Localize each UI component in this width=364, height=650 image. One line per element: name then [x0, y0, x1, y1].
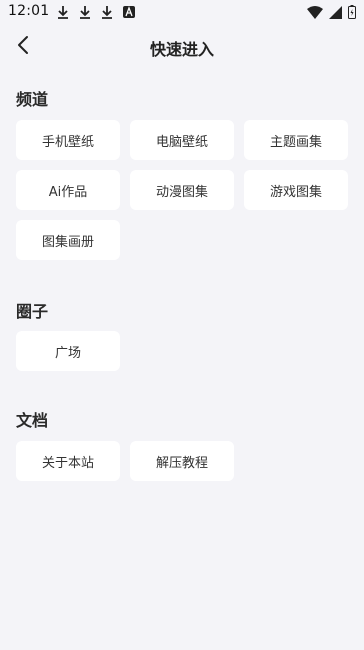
wifi-icon	[307, 4, 323, 23]
notification-icons	[56, 5, 136, 19]
signal-icon	[329, 4, 342, 23]
top-bar: 快速进入	[0, 28, 364, 66]
status-time: 12:01	[8, 3, 50, 19]
tile-anime-gallery[interactable]: 动漫图集	[130, 170, 234, 210]
download-icon	[56, 5, 70, 19]
tile-about-site[interactable]: 关于本站	[16, 441, 120, 481]
battery-icon	[348, 4, 356, 23]
status-bar: 12:01	[0, 0, 364, 24]
docs-grid: 关于本站 解压教程	[16, 441, 350, 481]
download-icon	[100, 5, 114, 19]
page-title: 快速进入	[149, 40, 214, 59]
section-title-docs: 文档	[16, 411, 49, 430]
section-title-channels: 频道	[16, 90, 49, 109]
channels-grid: 手机壁纸 电脑壁纸 主题画集 Ai作品 动漫图集 游戏图集 图集画册	[16, 120, 350, 260]
tile-photo-album[interactable]: 图集画册	[16, 220, 120, 260]
tile-square[interactable]: 广场	[16, 331, 120, 371]
section-title-community: 圈子	[16, 302, 49, 321]
a-icon	[122, 5, 136, 19]
tile-unzip-tutorial[interactable]: 解压教程	[130, 441, 234, 481]
system-icons	[307, 4, 356, 23]
tile-ai-works[interactable]: Ai作品	[16, 170, 120, 210]
tile-phone-wallpaper[interactable]: 手机壁纸	[16, 120, 120, 160]
download-icon	[78, 5, 92, 19]
tile-theme-album[interactable]: 主题画集	[244, 120, 348, 160]
tile-pc-wallpaper[interactable]: 电脑壁纸	[130, 120, 234, 160]
community-grid: 广场	[16, 331, 350, 371]
tile-game-gallery[interactable]: 游戏图集	[244, 170, 348, 210]
